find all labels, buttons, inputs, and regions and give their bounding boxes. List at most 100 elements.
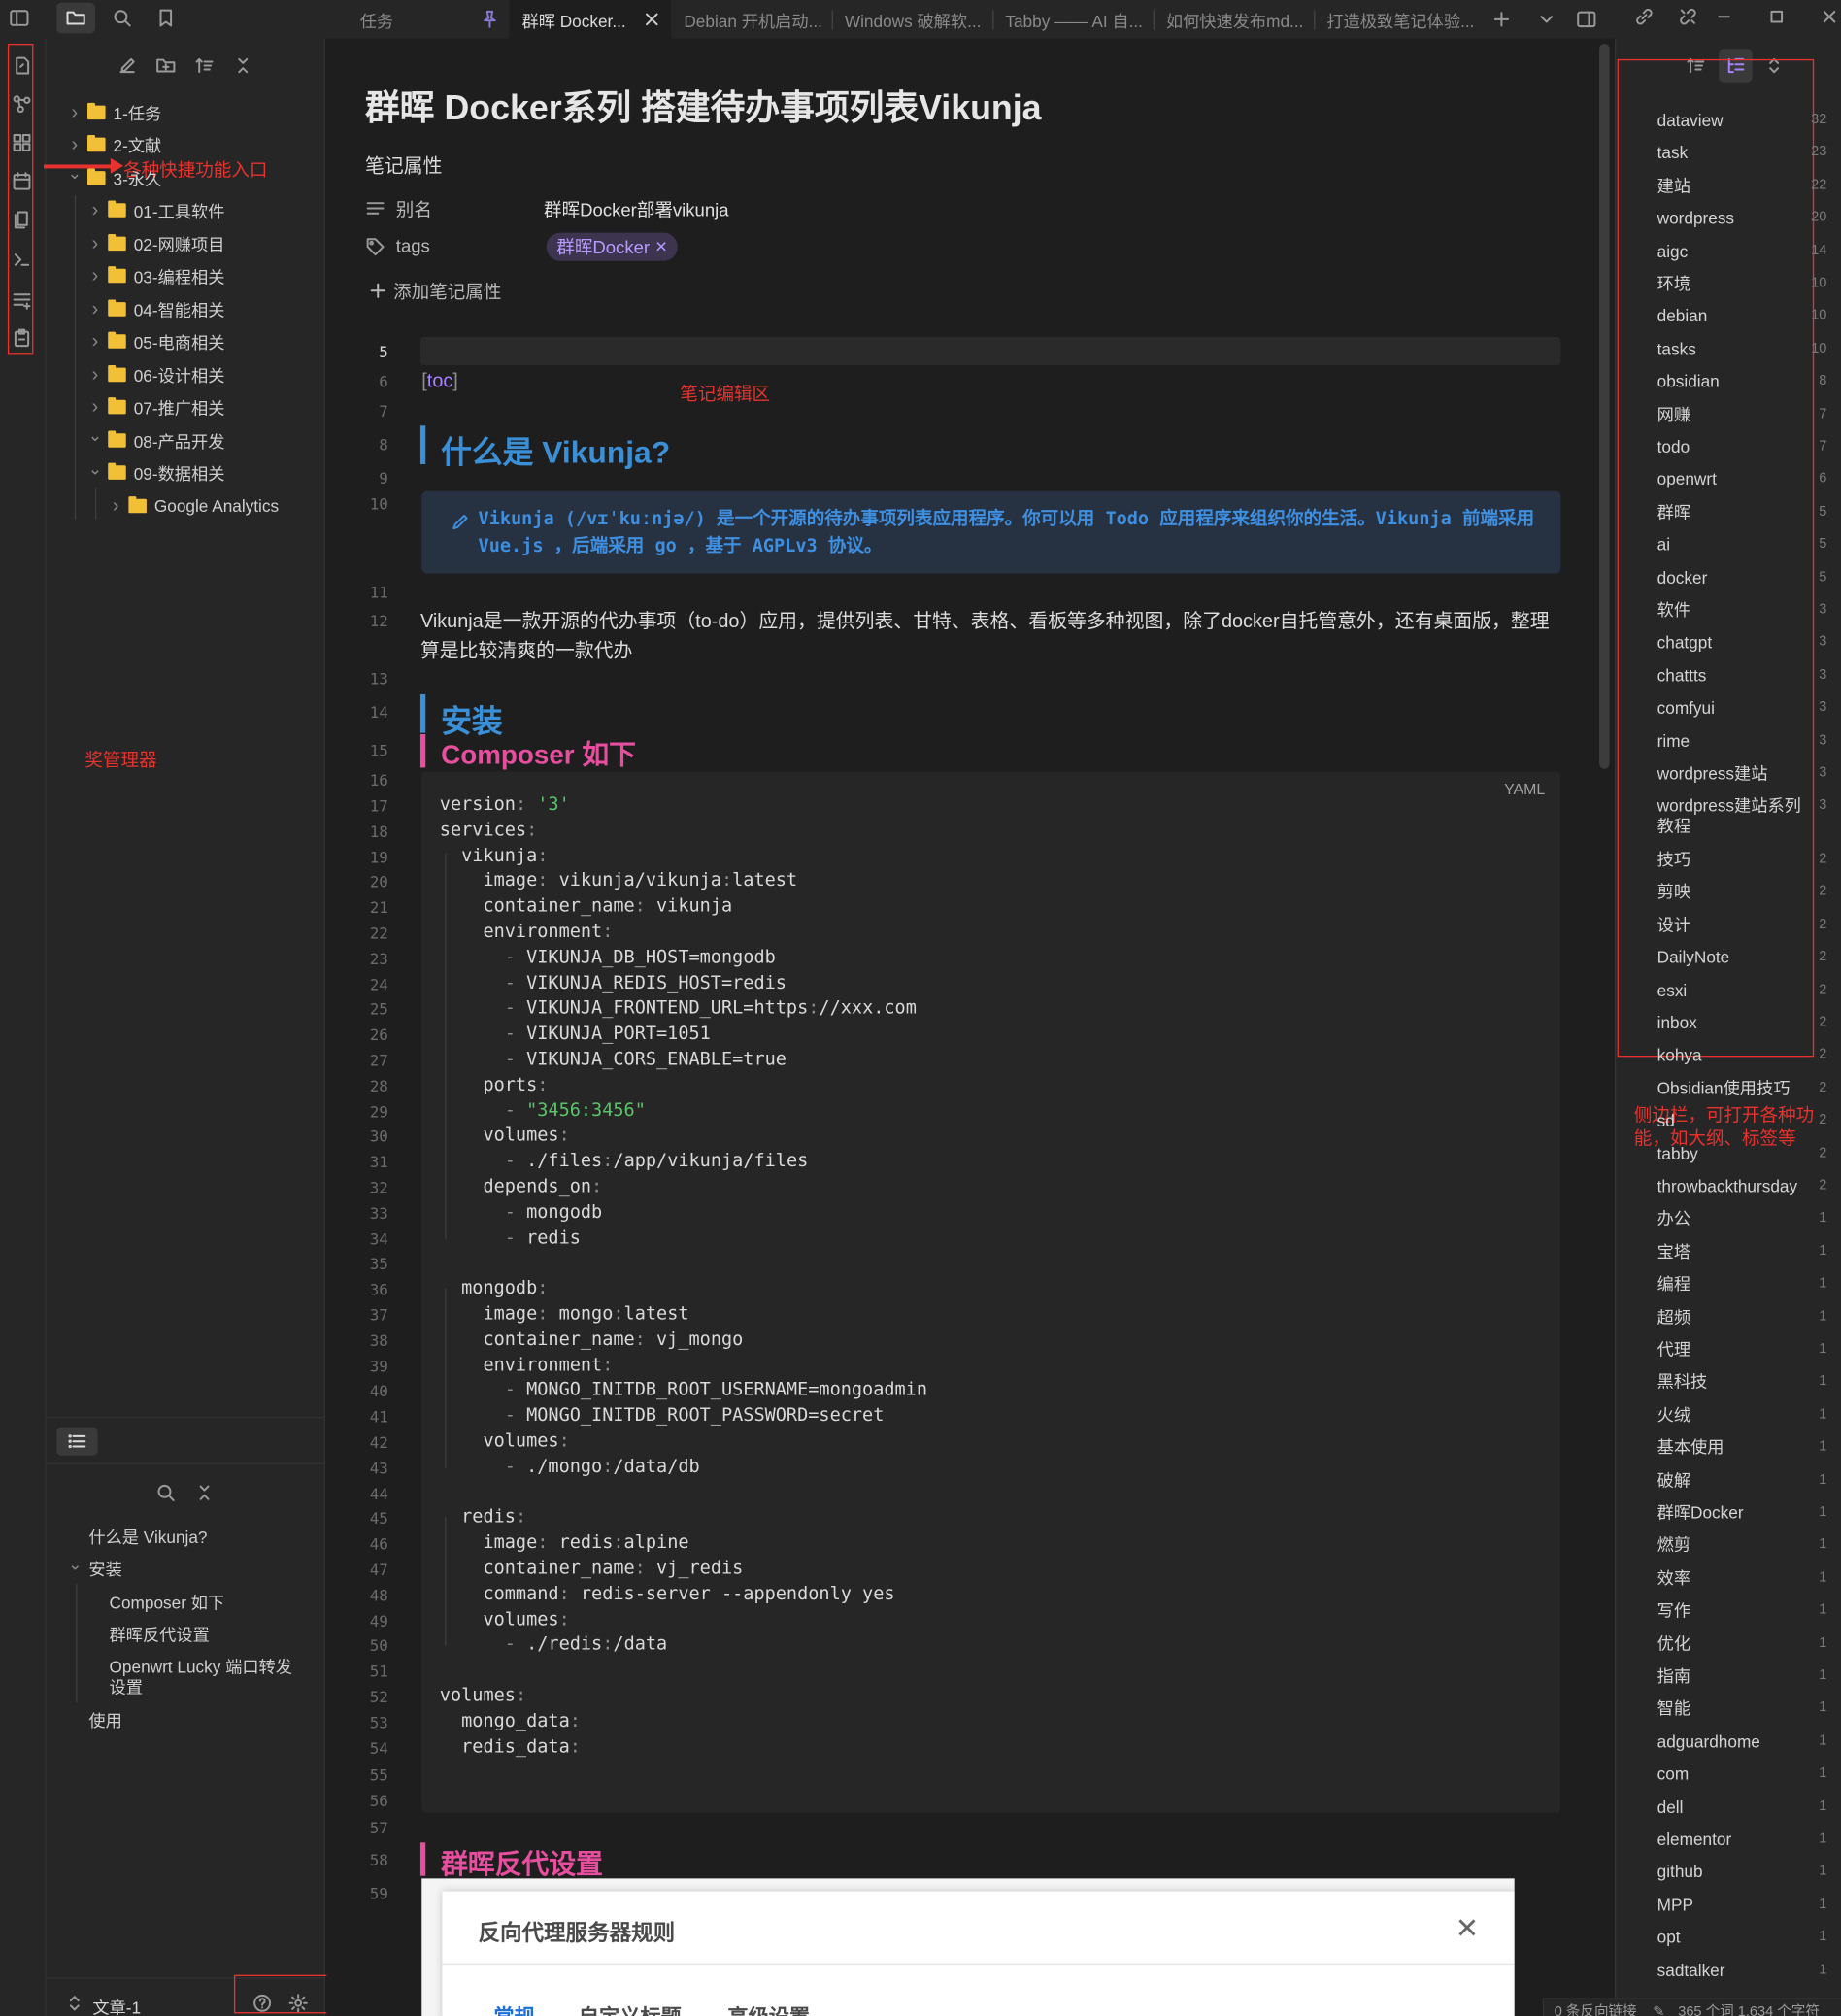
tag-item[interactable]: 建站 bbox=[1657, 176, 1824, 196]
new-note-icon[interactable] bbox=[114, 51, 142, 80]
chevron-down-icon[interactable]: ⌄ bbox=[68, 1555, 82, 1575]
backlinks-count[interactable]: 0 条反向链接 bbox=[1555, 2004, 1637, 2016]
tree-folder[interactable]: › 03-编程相关 bbox=[87, 261, 225, 289]
folder-icon[interactable] bbox=[56, 2, 95, 34]
tag-item[interactable]: 写作 bbox=[1657, 1601, 1824, 1622]
outline-item[interactable]: 群晖反代设置 bbox=[110, 1626, 303, 1646]
chevron-right-icon[interactable]: › bbox=[87, 265, 103, 287]
tag-item[interactable]: 破解 bbox=[1657, 1470, 1824, 1491]
tag-item[interactable]: debian bbox=[1657, 307, 1824, 327]
tag-item[interactable]: 代理 bbox=[1657, 1339, 1824, 1360]
tab-md[interactable]: 如何快速发布md... bbox=[1154, 0, 1313, 39]
tag-item[interactable]: 效率 bbox=[1657, 1568, 1824, 1589]
tag-item[interactable]: chattts bbox=[1657, 666, 1824, 687]
tag-item[interactable]: MPP bbox=[1657, 1895, 1824, 1915]
tree-folder[interactable]: › 1-任务 bbox=[67, 98, 161, 126]
tag-item[interactable]: dell bbox=[1657, 1797, 1824, 1817]
heading-composer[interactable]: Composer 如下 bbox=[441, 734, 636, 773]
unlink-icon[interactable] bbox=[1674, 3, 1702, 31]
tab-tabby[interactable]: Tabby —— AI 自... bbox=[992, 0, 1152, 39]
minimize-icon[interactable] bbox=[1710, 3, 1738, 31]
tag-item[interactable]: dataview bbox=[1657, 111, 1824, 131]
tag-item[interactable]: kohya bbox=[1657, 1046, 1824, 1066]
tag-item[interactable]: github bbox=[1657, 1863, 1824, 1883]
tag-item[interactable]: 超频 bbox=[1657, 1307, 1824, 1327]
chevron-right-icon[interactable]: › bbox=[87, 232, 103, 254]
new-folder-icon[interactable] bbox=[151, 51, 180, 80]
chevron-right-icon[interactable]: › bbox=[87, 396, 103, 419]
chevron-right-icon[interactable]: › bbox=[67, 134, 83, 156]
heading-what-is-vikunja[interactable]: 什么是 Vikunja? bbox=[441, 427, 670, 472]
tag-item[interactable]: adguardhome bbox=[1657, 1731, 1824, 1752]
note-title[interactable]: 群晖 Docker系列 搭建待办事项列表Vikunja bbox=[365, 80, 1042, 130]
tag-item[interactable]: 指南 bbox=[1657, 1666, 1824, 1687]
tag-item[interactable]: 智能 bbox=[1657, 1698, 1824, 1719]
tree-folder[interactable]: › 02-网赚项目 bbox=[87, 229, 225, 257]
bookmark-icon[interactable] bbox=[151, 4, 180, 32]
tag-item[interactable]: 设计 bbox=[1657, 915, 1824, 935]
tag-item[interactable]: 火绒 bbox=[1657, 1405, 1824, 1426]
tag-item[interactable]: sd bbox=[1657, 1111, 1824, 1131]
tag-item[interactable]: throwbackthursday bbox=[1657, 1176, 1824, 1196]
embedded-image[interactable]: 反向代理服务器规则 ✕ 常规 自定义标题 高级设置 bbox=[421, 1878, 1515, 2016]
vault-name[interactable]: 文章-1 bbox=[92, 1995, 141, 2016]
tag-item[interactable]: 软件 bbox=[1657, 600, 1824, 621]
tag-item[interactable]: 优化 bbox=[1657, 1633, 1824, 1654]
remove-tag-icon[interactable]: ✕ bbox=[654, 238, 667, 256]
tag-item[interactable]: Obsidian使用技巧 bbox=[1657, 1078, 1824, 1098]
collapse-all-icon[interactable] bbox=[190, 1479, 218, 1507]
chevron-right-icon[interactable]: › bbox=[67, 101, 83, 123]
plus-icon[interactable] bbox=[365, 278, 390, 303]
tag-item[interactable]: wordpress bbox=[1657, 209, 1824, 229]
chevron-right-icon[interactable]: › bbox=[87, 298, 103, 320]
tag-item[interactable]: 群晖Docker bbox=[1657, 1503, 1824, 1524]
chevron-right-icon[interactable]: › bbox=[108, 494, 123, 517]
tag-item[interactable]: task bbox=[1657, 143, 1824, 163]
tree-folder[interactable]: › 05-电商相关 bbox=[87, 327, 225, 355]
tag-item[interactable]: comfyui bbox=[1657, 698, 1824, 719]
outline-item[interactable]: 安装 bbox=[88, 1560, 121, 1580]
heading-proxy[interactable]: 群晖反代设置 bbox=[441, 1844, 603, 1883]
tag-item[interactable]: opt bbox=[1657, 1928, 1824, 1948]
right-sidebar-toggle-icon[interactable] bbox=[1572, 5, 1600, 33]
outline-icon[interactable] bbox=[56, 1427, 98, 1456]
tag-item[interactable]: esxi bbox=[1657, 981, 1824, 1001]
toc-block[interactable]: [toc] bbox=[421, 370, 458, 392]
property-key-tags[interactable]: tags bbox=[396, 235, 430, 255]
tab-notes[interactable]: 打造极致笔记体验... bbox=[1314, 0, 1473, 39]
chevron-down-icon[interactable]: ⌄ bbox=[87, 425, 103, 446]
tree-folder[interactable]: › 01-工具软件 bbox=[87, 196, 225, 224]
tag-item[interactable]: todo bbox=[1657, 437, 1824, 457]
pencil-icon[interactable]: ✎ bbox=[1653, 2004, 1664, 2016]
tag-item[interactable]: obsidian bbox=[1657, 372, 1824, 392]
tag-item[interactable]: DailyNote bbox=[1657, 948, 1824, 968]
search-icon[interactable] bbox=[108, 4, 136, 32]
add-property-button[interactable]: 添加笔记属性 bbox=[393, 279, 501, 304]
tag-item[interactable]: elementor bbox=[1657, 1830, 1824, 1850]
tag-item[interactable]: wordpress建站 bbox=[1657, 763, 1824, 784]
chevron-down-icon[interactable]: ⌄ bbox=[87, 458, 103, 479]
chevron-right-icon[interactable]: › bbox=[87, 363, 103, 386]
outline-item[interactable]: Openwrt Lucky 端口转发设置 bbox=[110, 1658, 303, 1698]
vault-switch-chevron-icon[interactable] bbox=[64, 1993, 84, 2013]
maximize-icon[interactable] bbox=[1762, 3, 1791, 31]
outline-item[interactable]: 使用 bbox=[88, 1711, 121, 1731]
tag-item[interactable]: tabby bbox=[1657, 1144, 1824, 1164]
collapse-all-icon[interactable] bbox=[229, 51, 257, 80]
tag-item[interactable]: wordpress建站系列教程 bbox=[1657, 796, 1807, 837]
tab-windows[interactable]: Windows 破解软... bbox=[832, 0, 991, 39]
tree-folder[interactable]: › 04-智能相关 bbox=[87, 294, 225, 322]
tag-item[interactable]: 编程 bbox=[1657, 1274, 1824, 1294]
tag-item[interactable]: 剪映 bbox=[1657, 883, 1824, 903]
tag-pill[interactable]: 群晖Docker ✕ bbox=[546, 232, 679, 261]
tag-item[interactable]: com bbox=[1657, 1764, 1824, 1785]
tag-item[interactable]: aigc bbox=[1657, 241, 1824, 261]
paragraph[interactable]: Vikunja是一款开源的代办事项（to-do）应用，提供列表、甘特、表格、看板… bbox=[420, 607, 1564, 666]
tag-item[interactable]: tasks bbox=[1657, 339, 1824, 359]
tree-folder[interactable]: › 06-设计相关 bbox=[87, 360, 225, 388]
tree-folder[interactable]: ⌄ 08-产品开发 bbox=[87, 425, 225, 454]
tab-list-chevron-icon[interactable] bbox=[1532, 5, 1560, 33]
chevron-right-icon[interactable]: › bbox=[87, 199, 103, 221]
tree-folder[interactable]: › 07-推广相关 bbox=[87, 392, 225, 420]
tag-item[interactable]: rime bbox=[1657, 731, 1824, 752]
